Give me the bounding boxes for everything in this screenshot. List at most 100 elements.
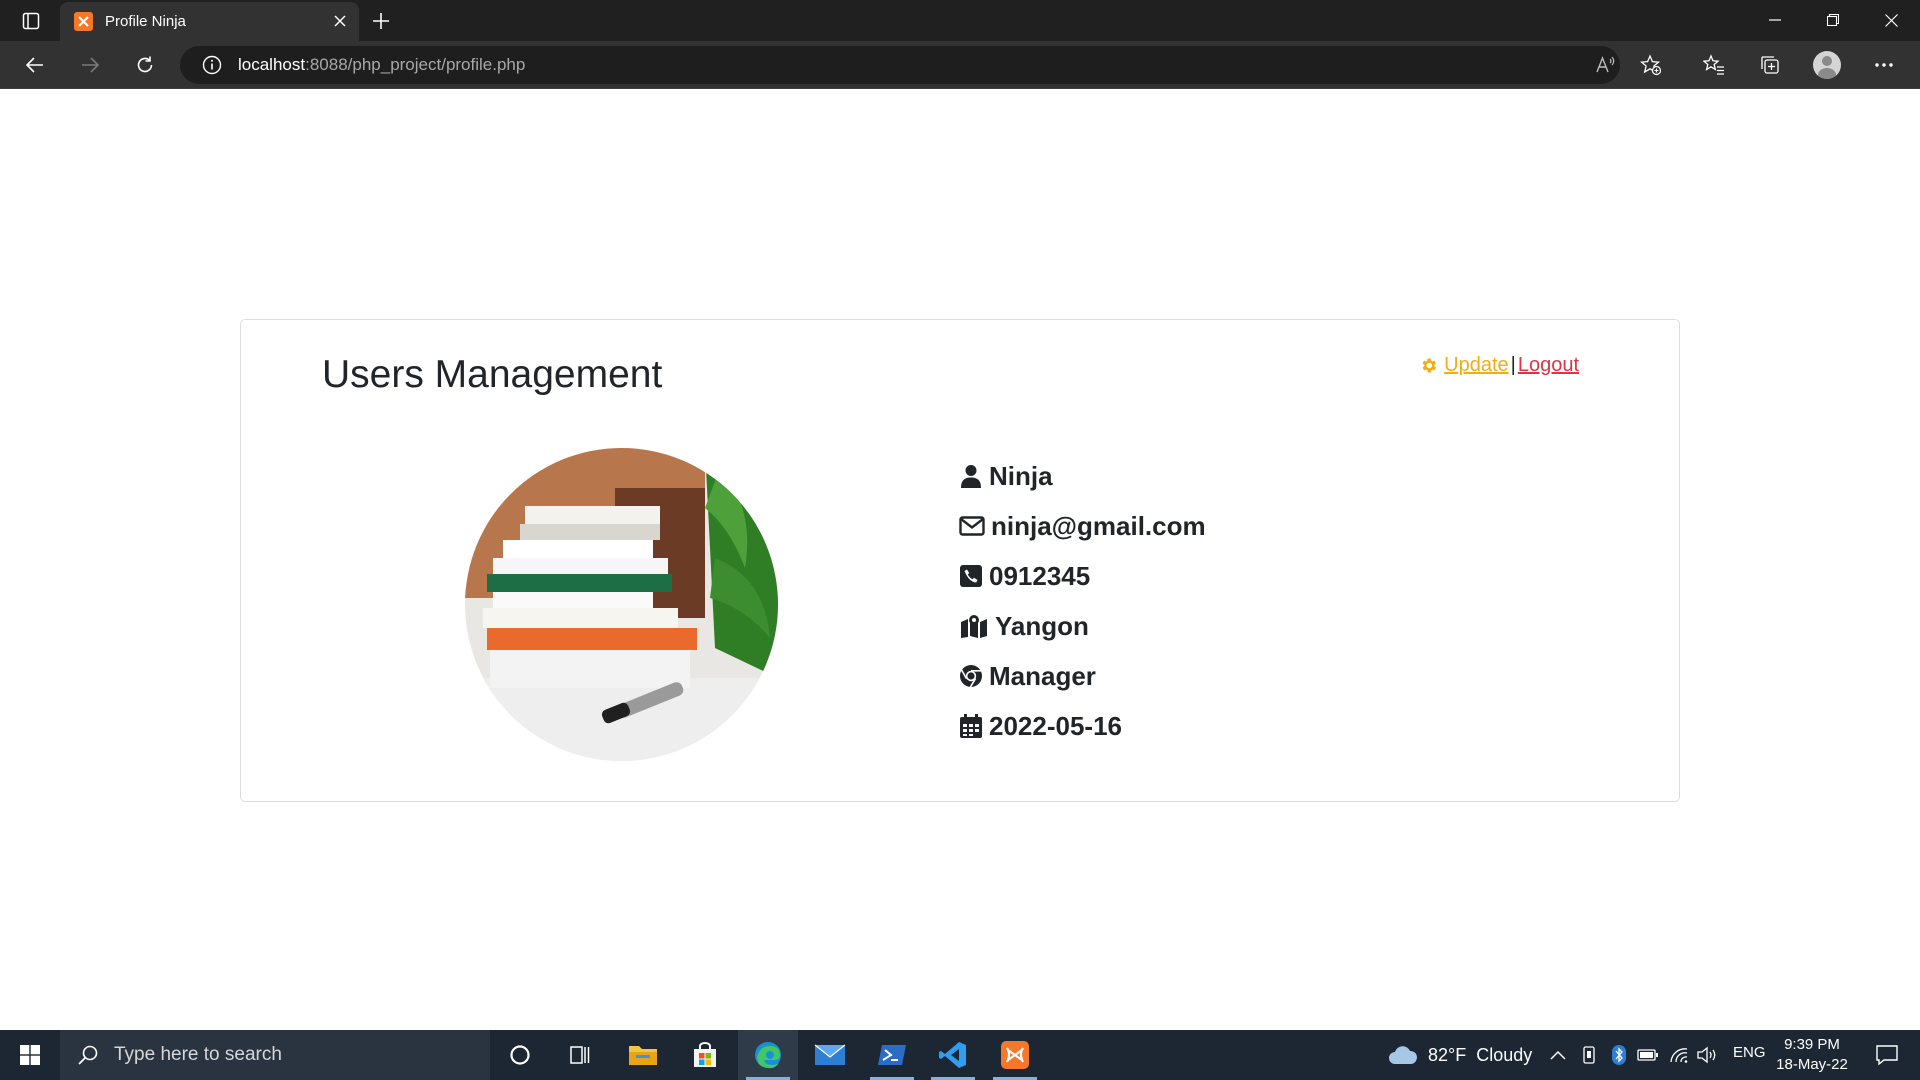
weather-desc: Cloudy [1476, 1044, 1533, 1065]
calendar-icon [959, 714, 983, 738]
profile-button[interactable] [1810, 49, 1844, 81]
profile-email: ninja@gmail.com [991, 510, 1206, 541]
profile-date-row: 2022-05-16 [959, 701, 1206, 751]
minimize-button[interactable] [1746, 0, 1804, 40]
link-separator: | [1510, 354, 1516, 376]
microsoft-store-button[interactable] [675, 1030, 735, 1080]
profile-card: Users Management Update | Logout Ninja n… [240, 319, 1680, 802]
vscode-icon [939, 1042, 966, 1068]
tab-close-icon[interactable] [333, 14, 347, 28]
browser-tab[interactable]: Profile Ninja [60, 2, 359, 41]
volume-icon[interactable] [1697, 1043, 1719, 1067]
search-icon [76, 1043, 100, 1067]
plus-icon [373, 13, 389, 29]
browser-tab-bar: Profile Ninja [0, 0, 1920, 41]
favorites-button[interactable] [1697, 49, 1731, 81]
arrow-right-icon [82, 57, 100, 73]
xampp-favicon-icon [74, 12, 93, 31]
tab-actions-icon [22, 12, 40, 30]
task-view-button[interactable] [550, 1030, 610, 1080]
show-hidden-icons-button[interactable] [1547, 1043, 1569, 1067]
refresh-button[interactable] [128, 49, 162, 81]
arrow-left-icon [25, 57, 43, 73]
close-icon [1884, 13, 1898, 27]
windows-taskbar: Type here to search 82°F Cloudy ENG 9:39… [0, 1030, 1920, 1080]
books-stack-image [465, 448, 778, 761]
star-add-icon [1640, 54, 1662, 76]
close-window-button[interactable] [1862, 0, 1920, 40]
mail-button[interactable] [800, 1030, 860, 1080]
wifi-icon[interactable] [1668, 1043, 1690, 1067]
battery-icon[interactable] [1637, 1043, 1659, 1067]
vscode-button[interactable] [923, 1030, 983, 1080]
top-links: Update | Logout [1419, 354, 1579, 377]
browser-nav-bar: localhost:8088/php_project/profile.php [0, 41, 1920, 89]
profile-role: Manager [989, 660, 1096, 691]
cortana-button[interactable] [490, 1030, 550, 1080]
chevron-up-icon [1550, 1050, 1566, 1060]
profile-city: Yangon [995, 610, 1089, 641]
notification-center-button[interactable] [1862, 1030, 1912, 1080]
add-favorite-button[interactable] [1634, 49, 1668, 81]
taskbar-search-box[interactable]: Type here to search [60, 1030, 490, 1080]
taskbar-clock[interactable]: 9:39 PM 18-May-22 [1772, 1035, 1852, 1075]
map-location-icon [959, 614, 989, 638]
new-tab-button[interactable] [368, 8, 394, 34]
url-path: :8088/php_project/profile.php [305, 55, 526, 74]
tab-actions-button[interactable] [14, 8, 48, 34]
xampp-button[interactable] [985, 1030, 1045, 1080]
powershell-button[interactable] [862, 1030, 922, 1080]
page-title: Users Management [322, 353, 663, 396]
task-view-icon [570, 1046, 590, 1064]
update-link[interactable]: Update [1419, 354, 1509, 377]
profile-name-row: Ninja [959, 451, 1206, 501]
profile-avatar-icon [1813, 51, 1841, 79]
edge-browser-button[interactable] [738, 1030, 798, 1080]
weather-widget[interactable]: 82°F Cloudy [1388, 1030, 1532, 1080]
url-text[interactable]: localhost:8088/php_project/profile.php [238, 55, 525, 75]
restore-icon [1827, 14, 1839, 26]
read-aloud-button[interactable] [1593, 53, 1619, 77]
folder-icon [629, 1046, 657, 1065]
back-button[interactable] [18, 49, 52, 81]
windows-logo-icon [20, 1045, 40, 1065]
xampp-icon [1001, 1041, 1029, 1069]
update-link-label: Update [1444, 354, 1509, 376]
collections-icon [1761, 56, 1779, 74]
mail-icon [814, 1044, 846, 1065]
favorites-icon [1703, 54, 1724, 75]
profile-city-row: Yangon [959, 601, 1206, 651]
language-indicator[interactable]: ENG [1733, 1044, 1766, 1061]
profile-role-row: Manager [959, 651, 1206, 701]
profile-phone: 0912345 [989, 560, 1091, 591]
file-explorer-button[interactable] [613, 1030, 673, 1080]
weather-temp: 82°F [1428, 1044, 1467, 1065]
cloud-icon [1389, 1046, 1418, 1064]
tab-title: Profile Ninja [105, 13, 186, 30]
forward-button[interactable] [73, 49, 107, 81]
profile-email-row: ninja@gmail.com [959, 501, 1206, 551]
restore-button[interactable] [1804, 0, 1862, 40]
phone-icon [959, 564, 983, 588]
url-host: localhost [238, 55, 306, 74]
refresh-icon [137, 56, 153, 73]
notification-icon [1876, 1045, 1898, 1065]
envelope-icon [959, 514, 985, 538]
profile-date: 2022-05-16 [989, 710, 1122, 741]
site-info-icon[interactable] [202, 55, 222, 75]
collections-button[interactable] [1753, 49, 1787, 81]
cortana-circle-icon [510, 1045, 530, 1065]
gear-icon [1422, 358, 1437, 373]
profile-info: Ninja ninja@gmail.com 0912345 Yangon Man… [959, 451, 1206, 751]
start-button[interactable] [0, 1030, 60, 1080]
profile-phone-row: 0912345 [959, 551, 1206, 601]
search-placeholder: Type here to search [114, 1044, 282, 1065]
bluetooth-icon[interactable] [1608, 1043, 1630, 1067]
address-bar[interactable]: localhost:8088/php_project/profile.php [180, 46, 1620, 84]
user-icon [959, 464, 983, 488]
more-menu-button[interactable] [1867, 49, 1901, 81]
edge-icon [755, 1042, 781, 1069]
more-dots-icon [1875, 63, 1893, 67]
logout-link[interactable]: Logout [1518, 354, 1579, 377]
device-icon[interactable] [1578, 1043, 1600, 1067]
